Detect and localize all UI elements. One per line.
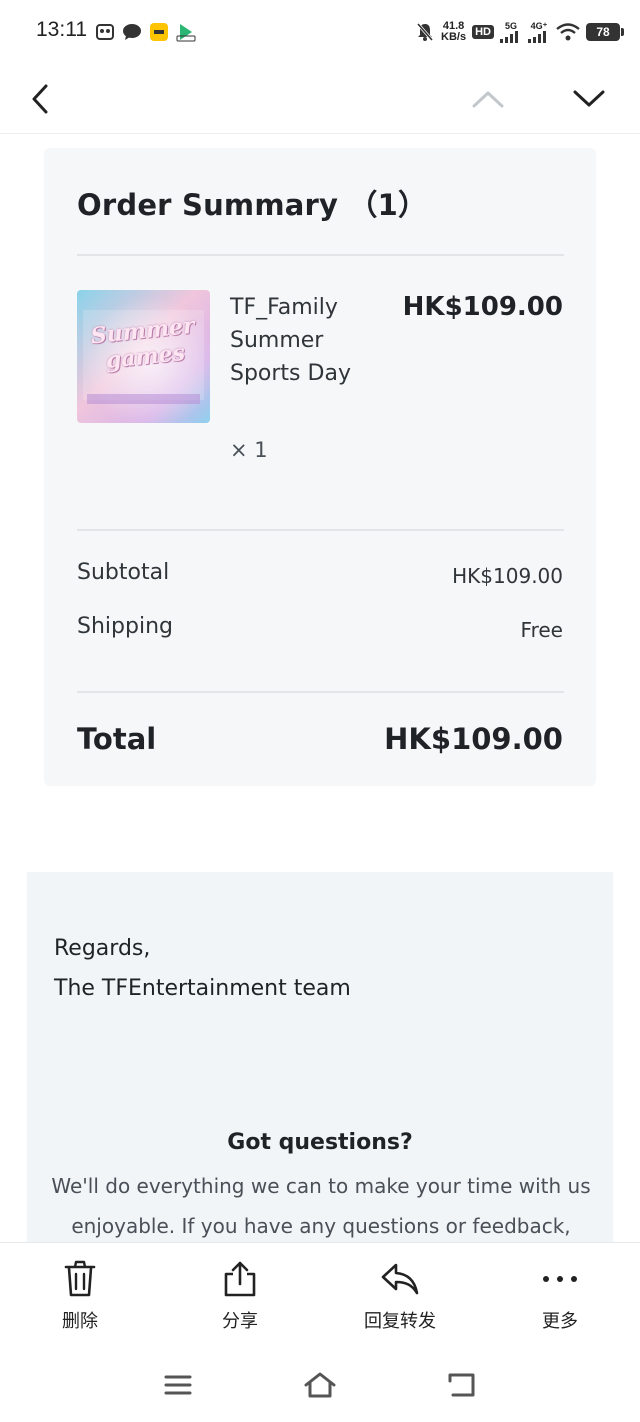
product-price: HK$109.00 [402, 292, 563, 322]
divider [77, 529, 564, 531]
delete-label: 删除 [62, 1311, 98, 1332]
delete-button[interactable]: 删除 [20, 1259, 140, 1339]
signal-4g: 4G⁺ [528, 21, 550, 43]
gallery-notification-icon [96, 24, 114, 40]
more-button[interactable]: 更多 [500, 1259, 620, 1339]
status-time: 13:11 [36, 18, 87, 41]
chevron-up-icon [472, 91, 504, 108]
menu-icon [164, 1375, 192, 1395]
shipping-value: Free [520, 618, 563, 642]
trash-icon [64, 1260, 96, 1297]
product-quantity: × 1 [230, 438, 268, 462]
team-name: The TFEntertainment team [54, 976, 351, 1001]
previous-message-button[interactable] [463, 74, 513, 124]
total-value: HK$109.00 [384, 722, 563, 756]
chevron-down-icon [573, 90, 605, 107]
system-back-button[interactable] [438, 1365, 486, 1405]
network-speed: 41.8 KB/s [441, 21, 466, 43]
meituan-notification-icon [150, 23, 168, 41]
mute-bell-icon [416, 23, 434, 41]
share-icon [224, 1261, 256, 1297]
video-app-notification-icon [176, 24, 196, 42]
divider [77, 691, 564, 693]
back-button[interactable] [16, 74, 66, 124]
more-icon [543, 1276, 577, 1282]
subtotal-label: Subtotal [77, 560, 170, 585]
top-navigation [0, 64, 640, 134]
wifi-icon [556, 23, 580, 41]
status-right-group: 41.8 KB/s HD 5G 4G⁺ 78 [415, 18, 624, 46]
reply-forward-button[interactable]: 回复转发 [340, 1259, 460, 1339]
battery-indicator: 78 [586, 23, 624, 41]
home-icon [304, 1372, 336, 1398]
status-bar: 13:11 41.8 KB/s HD 5G 4G⁺ 78 [0, 0, 640, 64]
product-name: TF_Family Summer Sports Day [230, 295, 351, 386]
back-return-icon [448, 1373, 475, 1397]
shipping-label: Shipping [77, 614, 173, 639]
next-message-button[interactable] [564, 74, 614, 124]
signal-bars-icon [528, 31, 546, 43]
share-label: 分享 [222, 1311, 258, 1332]
network-speed-unit: KB/s [441, 31, 467, 43]
reply-icon [381, 1263, 419, 1295]
email-footer: Regards, The TFEntertainment team Got qu… [27, 872, 613, 1278]
subtotal-value: HK$109.00 [452, 564, 563, 588]
signal-bars-icon [500, 31, 518, 43]
chat-notification-icon [123, 24, 141, 40]
hd-badge: HD [472, 25, 494, 39]
email-action-bar: 删除 分享 回复转发 更多 [0, 1242, 640, 1357]
divider [77, 254, 564, 256]
more-label: 更多 [542, 1311, 578, 1332]
signal-4g-label: 4G⁺ [530, 21, 548, 31]
regards-signoff: Regards, The TFEntertainment team [54, 929, 351, 1009]
order-summary-title: Order Summary （1） [77, 188, 428, 222]
reply-forward-label: 回复转发 [364, 1311, 436, 1332]
signal-5g: 5G [500, 21, 522, 43]
recent-apps-button[interactable] [154, 1365, 202, 1405]
home-button[interactable] [296, 1365, 344, 1405]
order-summary-card: Order Summary （1） Summer games TF_Family… [44, 148, 596, 786]
product-thumbnail[interactable]: Summer games [77, 290, 210, 423]
questions-heading: Got questions? [227, 1130, 413, 1155]
signal-5g-label: 5G [504, 21, 517, 31]
regards-line: Regards, [54, 936, 151, 961]
system-navigation-bar [0, 1357, 640, 1422]
share-button[interactable]: 分享 [180, 1259, 300, 1339]
back-arrow-icon [32, 84, 48, 114]
total-label: Total [77, 722, 157, 756]
